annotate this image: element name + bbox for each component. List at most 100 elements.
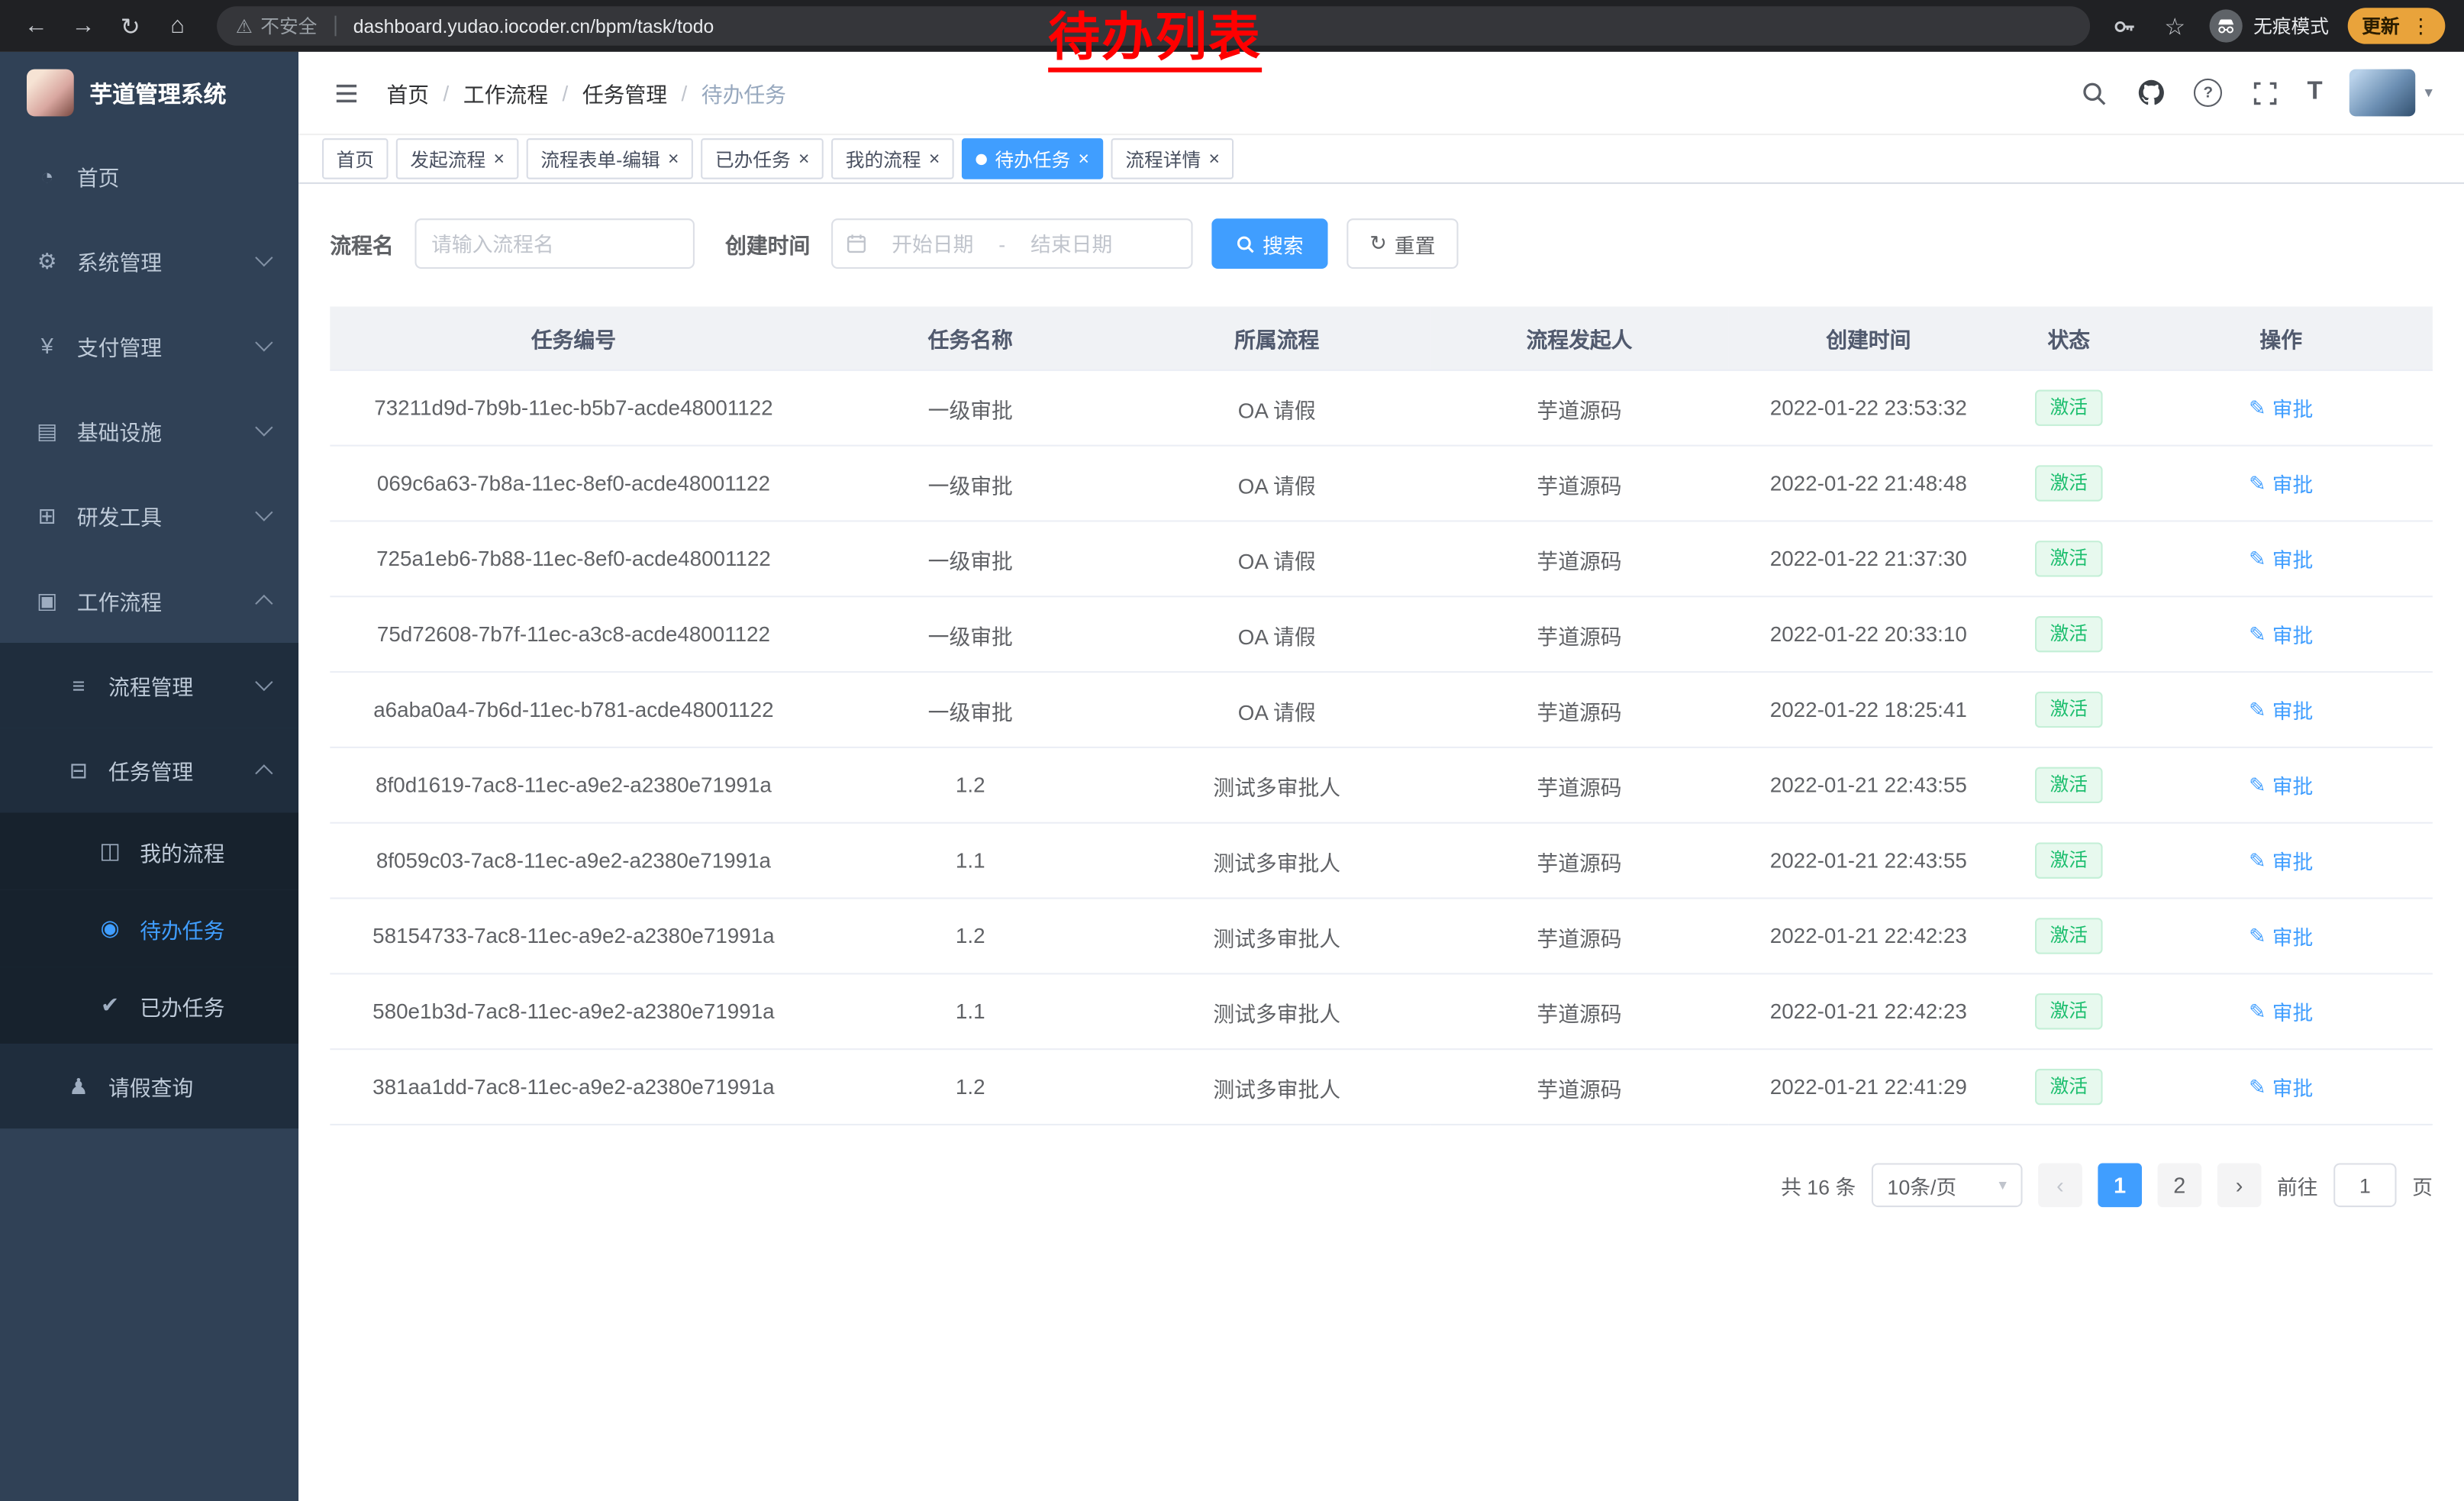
page-button-2[interactable]: 2 (2158, 1163, 2202, 1207)
approve-link[interactable]: ✎审批 (2249, 921, 2313, 951)
edit-icon: ✎ (2249, 848, 2266, 873)
sidebar-item-workflow[interactable]: ▣ 工作流程 (0, 558, 298, 643)
sidebar-item-infrastructure[interactable]: ▤ 基础设施 (0, 388, 298, 473)
browser-menu-icon[interactable]: ⋮ (2411, 13, 2431, 38)
page-button-1[interactable]: 1 (2098, 1163, 2142, 1207)
sidebar-item-label: 流程管理 (108, 670, 193, 701)
task-id-cell: 8f0d1619-7ac8-11ec-a9e2-a2380e71991a (330, 747, 817, 823)
browser-reload-icon[interactable]: ↻ (110, 7, 151, 44)
page-content: 流程名 创建时间 - 搜索 (298, 184, 2464, 1207)
task-management-icon: ⊟ (63, 757, 94, 783)
starter-cell: 芋道源码 (1430, 596, 1728, 672)
chevron-down-icon (255, 503, 273, 521)
update-chip[interactable]: 更新 ⋮ (2348, 8, 2446, 44)
breadcrumb-item-home[interactable]: 首页 (386, 77, 429, 108)
fullscreen-icon[interactable] (2249, 77, 2280, 108)
tab-home[interactable]: 首页 (322, 138, 388, 179)
close-icon[interactable]: × (929, 150, 940, 169)
reset-button[interactable]: ↻ 重置 (1346, 218, 1459, 269)
help-icon[interactable]: ? (2194, 79, 2222, 107)
sidebar-item-todo-tasks[interactable]: ◉ 待办任务 (0, 889, 298, 967)
bookmark-star-icon[interactable]: ☆ (2159, 10, 2191, 41)
breadcrumb-item-workflow[interactable]: 工作流程 (463, 77, 548, 108)
status-cell: 激活 (2008, 747, 2130, 823)
sidebar-item-leave-query[interactable]: ♟ 请假查询 (0, 1044, 298, 1128)
next-page-button[interactable]: › (2217, 1163, 2262, 1207)
close-icon[interactable]: × (798, 150, 809, 169)
approve-link[interactable]: ✎审批 (2249, 1072, 2313, 1102)
close-icon[interactable]: × (668, 150, 679, 169)
sidebar-item-payment[interactable]: ¥ 支付管理 (0, 303, 298, 388)
approve-link[interactable]: ✎审批 (2249, 770, 2313, 800)
approve-link[interactable]: ✎审批 (2249, 846, 2313, 876)
prev-page-button[interactable]: ‹ (2038, 1163, 2082, 1207)
approve-link[interactable]: ✎审批 (2249, 393, 2313, 423)
edit-icon: ✎ (2249, 1074, 2266, 1099)
key-icon[interactable] (2109, 10, 2140, 41)
close-icon[interactable]: × (1208, 150, 1219, 169)
edit-icon: ✎ (2249, 999, 2266, 1024)
sidebar-item-task-management[interactable]: ⊟ 任务管理 (0, 728, 298, 812)
end-date-input[interactable] (1008, 231, 1134, 257)
tab-todo-tasks[interactable]: 待办任务 × (962, 138, 1103, 179)
breadcrumb-item-current: 待办任务 (701, 77, 786, 108)
page-size-select[interactable]: 10条/页 ▾ (1872, 1163, 2023, 1207)
goto-unit-label: 页 (2412, 1170, 2433, 1200)
sidebar-item-label: 我的流程 (140, 835, 224, 867)
status-badge: 激活 (2036, 918, 2101, 954)
active-tab-dot (976, 153, 987, 164)
status-badge: 激活 (2036, 993, 2101, 1029)
tab-start-process[interactable]: 发起流程 × (396, 138, 519, 179)
payment-icon: ¥ (31, 333, 63, 358)
collapse-sidebar-icon[interactable] (330, 77, 361, 108)
action-cell: ✎审批 (2130, 747, 2433, 823)
sidebar: 芋道管理系统 ◔ 首页 ⚙ 系统管理 ¥ 支付管理 ▤ (0, 52, 298, 1501)
created-cell: 2022-01-22 23:53:32 (1729, 370, 2008, 446)
sidebar-item-process-management[interactable]: ≡ 流程管理 (0, 643, 298, 728)
tab-my-process[interactable]: 我的流程 × (831, 138, 954, 179)
my-process-icon: ◫ (95, 838, 126, 864)
security-chip[interactable]: ⚠ 不安全 (236, 12, 318, 39)
logo-avatar (27, 69, 74, 117)
sidebar-item-label: 已办任务 (140, 989, 224, 1021)
approve-link[interactable]: ✎审批 (2249, 468, 2313, 498)
tab-process-form-edit[interactable]: 流程表单-编辑 × (527, 138, 693, 179)
created-cell: 2022-01-22 20:33:10 (1729, 596, 2008, 672)
browser-forward-icon[interactable]: → (63, 7, 104, 44)
github-icon[interactable] (2136, 77, 2167, 108)
approve-link[interactable]: ✎审批 (2249, 544, 2313, 573)
task-id-cell: 8f059c03-7ac8-11ec-a9e2-a2380e71991a (330, 823, 817, 899)
sidebar-item-my-process[interactable]: ◫ 我的流程 (0, 812, 298, 889)
process-name-input[interactable] (414, 218, 693, 269)
sidebar-item-done-tasks[interactable]: ✔ 已办任务 (0, 967, 298, 1044)
approve-link[interactable]: ✎审批 (2249, 619, 2313, 649)
action-cell: ✎审批 (2130, 1049, 2433, 1125)
approve-link[interactable]: ✎审批 (2249, 996, 2313, 1026)
breadcrumb-item-task-management[interactable]: 任务管理 (582, 77, 667, 108)
font-size-icon[interactable]: T (2308, 79, 2323, 107)
create-time-range-picker[interactable]: - (830, 218, 1192, 269)
table-row: 8f059c03-7ac8-11ec-a9e2-a2380e71991a1.1测… (330, 823, 2433, 899)
close-icon[interactable]: × (1079, 150, 1089, 169)
search-button[interactable]: 搜索 (1211, 218, 1327, 269)
start-date-input[interactable] (869, 231, 995, 257)
search-icon[interactable] (2078, 77, 2109, 108)
goto-page-input[interactable] (2333, 1163, 2396, 1207)
gear-icon: ⚙ (31, 247, 63, 274)
app-logo[interactable]: 芋道管理系统 (0, 52, 298, 134)
sidebar-item-devtools[interactable]: ⊞ 研发工具 (0, 473, 298, 558)
browser-home-icon[interactable]: ⌂ (157, 7, 198, 44)
tab-process-detail[interactable]: 流程详情 × (1111, 138, 1234, 179)
sidebar-item-system[interactable]: ⚙ 系统管理 (0, 218, 298, 303)
sidebar-item-home[interactable]: ◔ 首页 (0, 134, 298, 218)
incognito-badge[interactable]: 无痕模式 (2209, 9, 2328, 42)
browser-back-icon[interactable]: ← (16, 7, 57, 44)
user-avatar-menu[interactable]: ▾ (2350, 69, 2433, 117)
tab-done-tasks[interactable]: 已办任务 × (701, 138, 824, 179)
task-id-cell: 75d72608-7b7f-11ec-a3c8-acde48001122 (330, 596, 817, 672)
close-icon[interactable]: × (493, 150, 504, 169)
approve-link[interactable]: ✎审批 (2249, 695, 2313, 725)
chevron-down-icon (255, 249, 273, 266)
action-cell: ✎审批 (2130, 973, 2433, 1049)
breadcrumb: 首页 / 工作流程 / 任务管理 / 待办任务 (386, 77, 786, 108)
